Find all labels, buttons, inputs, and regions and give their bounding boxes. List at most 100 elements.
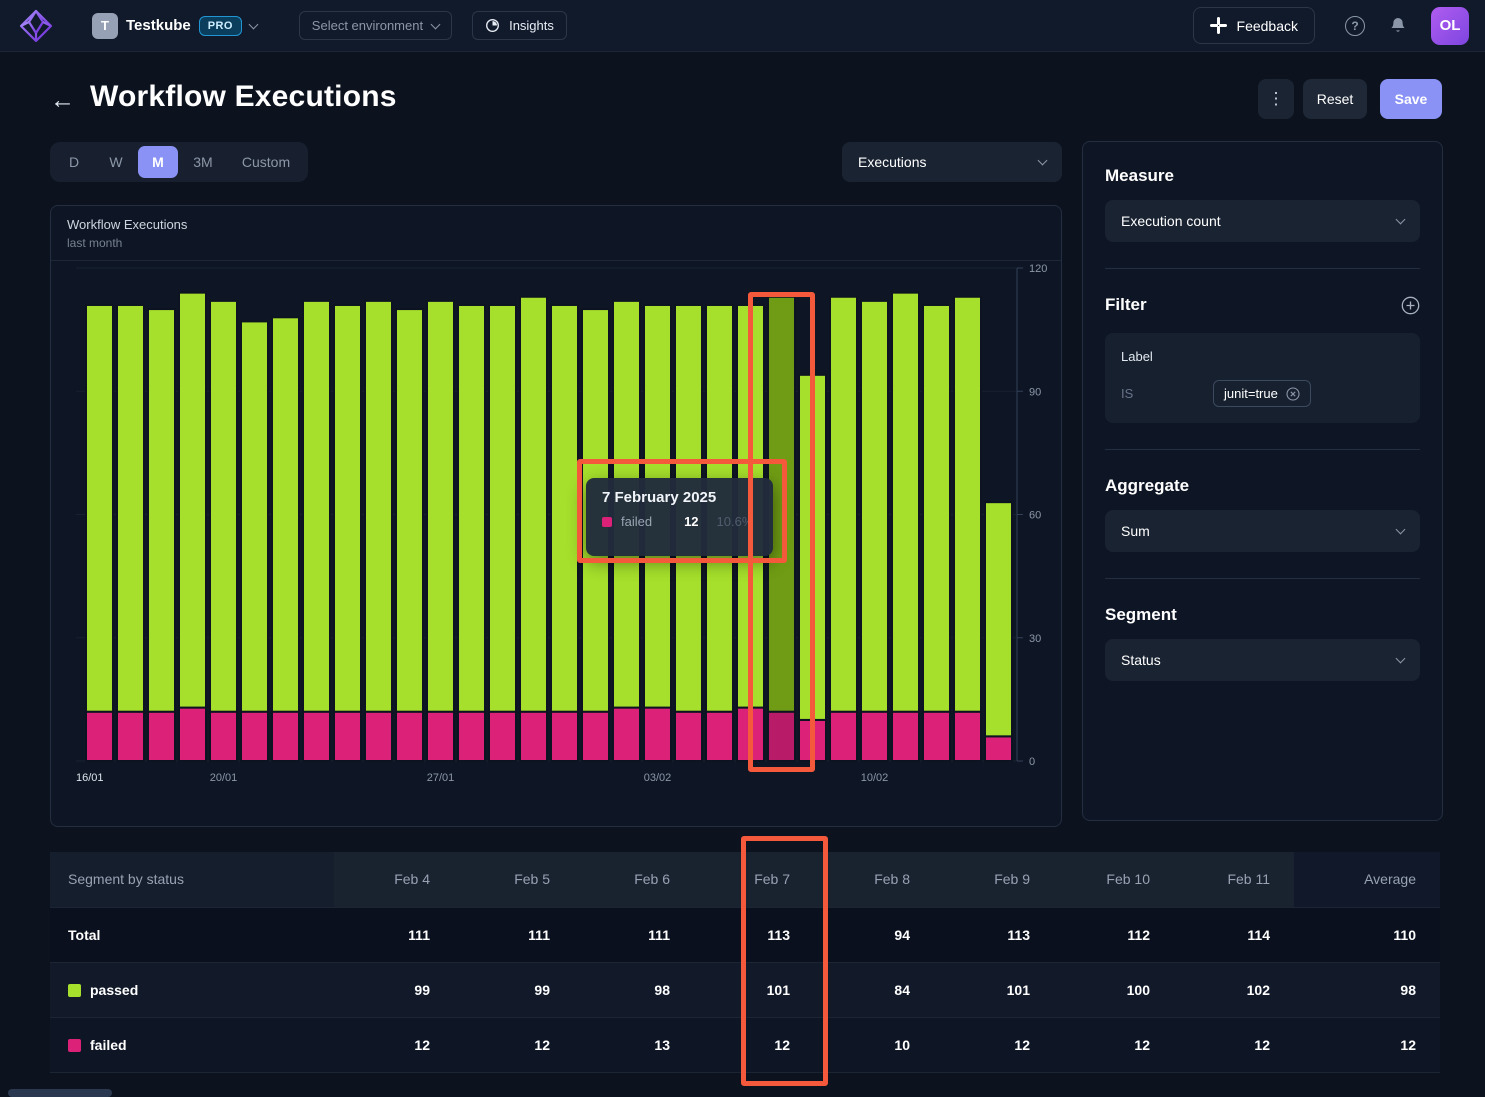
bar-segment-22/01[interactable] xyxy=(272,317,299,711)
org-switcher[interactable]: T Testkube PRO xyxy=(92,13,257,39)
bar-segment-09/02[interactable] xyxy=(830,297,857,712)
back-button[interactable]: ← xyxy=(50,86,75,115)
bar-segment-24/01[interactable] xyxy=(334,712,361,761)
insights-label: Insights xyxy=(509,18,554,33)
table-cell: 13 xyxy=(574,1017,694,1072)
bar-segment-12/02[interactable] xyxy=(923,305,950,712)
bar-segment-30/01[interactable] xyxy=(520,297,547,712)
bar-segment-11/02[interactable] xyxy=(892,712,919,761)
bar-segment-17/01[interactable] xyxy=(117,305,144,712)
bar-segment-30/01[interactable] xyxy=(520,712,547,761)
metric-select[interactable]: Executions xyxy=(842,142,1062,182)
bar-segment-20/01[interactable] xyxy=(210,712,237,761)
bar-segment-11/02[interactable] xyxy=(892,293,919,712)
remove-filter-icon[interactable] xyxy=(1286,387,1300,401)
user-avatar[interactable]: OL xyxy=(1431,7,1469,45)
segment-heading: Segment xyxy=(1105,605,1420,625)
table-header-row: Segment by status Feb 4Feb 5Feb 6Feb 7Fe… xyxy=(50,852,1440,907)
bar-segment-21/01[interactable] xyxy=(241,712,268,761)
bar-segment-06/02[interactable] xyxy=(737,708,764,761)
filter-chip[interactable]: junit=true xyxy=(1213,380,1311,407)
bar-segment-31/01[interactable] xyxy=(551,305,578,712)
bar-segment-13/02[interactable] xyxy=(954,712,981,761)
page-title: Workflow Executions xyxy=(90,80,397,114)
passed-swatch xyxy=(68,984,81,997)
more-options-button[interactable]: ⋮ xyxy=(1258,79,1294,119)
add-filter-icon[interactable] xyxy=(1401,296,1420,315)
bar-segment-19/01[interactable] xyxy=(179,293,206,708)
environment-select[interactable]: Select environment xyxy=(299,11,452,40)
y-axis-label: 90 xyxy=(1029,386,1041,398)
segment-select[interactable]: Status xyxy=(1105,639,1420,681)
aggregate-select[interactable]: Sum xyxy=(1105,510,1420,552)
bar-segment-26/01[interactable] xyxy=(396,712,423,761)
bar-segment-03/02[interactable] xyxy=(644,708,671,761)
bar-segment-27/01[interactable] xyxy=(427,712,454,761)
bar-segment-14/02[interactable] xyxy=(985,502,1012,736)
bar-segment-14/02[interactable] xyxy=(985,736,1012,761)
segment-table: Segment by status Feb 4Feb 5Feb 6Feb 7Fe… xyxy=(50,852,1440,1073)
range-custom-button[interactable]: Custom xyxy=(228,146,304,178)
table-cell: 94 xyxy=(814,907,934,962)
bar-segment-29/01[interactable] xyxy=(489,305,516,712)
bar-segment-20/01[interactable] xyxy=(210,301,237,712)
filter-card: Label IS junit=true xyxy=(1105,333,1420,423)
bar-segment-28/01[interactable] xyxy=(458,305,485,712)
y-axis-label: 120 xyxy=(1029,264,1047,275)
measure-select[interactable]: Execution count xyxy=(1105,200,1420,242)
row-label: failed xyxy=(90,1037,127,1053)
column-header-Feb 6: Feb 6 xyxy=(574,852,694,907)
bar-segment-10/02[interactable] xyxy=(861,301,888,712)
bar-segment-26/01[interactable] xyxy=(396,309,423,712)
x-axis-label: 16/01 xyxy=(76,772,104,784)
range-week-button[interactable]: W xyxy=(96,146,136,178)
horizontal-scrollbar-thumb[interactable] xyxy=(8,1089,112,1097)
bar-segment-17/01[interactable] xyxy=(117,712,144,761)
help-icon[interactable]: ? xyxy=(1345,16,1365,36)
bar-segment-25/01[interactable] xyxy=(365,712,392,761)
bar-segment-01/02[interactable] xyxy=(582,712,609,761)
bar-segment-10/02[interactable] xyxy=(861,712,888,761)
reset-button[interactable]: Reset xyxy=(1303,79,1367,119)
bar-segment-04/02[interactable] xyxy=(675,712,702,761)
filter-heading: Filter xyxy=(1105,295,1147,315)
bar-segment-29/01[interactable] xyxy=(489,712,516,761)
bar-segment-19/01[interactable] xyxy=(179,708,206,761)
bar-segment-27/01[interactable] xyxy=(427,301,454,712)
testkube-logo-icon[interactable] xyxy=(18,8,54,44)
bar-segment-18/01[interactable] xyxy=(148,309,175,712)
chevron-down-icon xyxy=(1396,215,1406,225)
range-3month-button[interactable]: 3M xyxy=(180,146,226,178)
metric-select-value: Executions xyxy=(858,154,926,170)
bar-segment-28/01[interactable] xyxy=(458,712,485,761)
bar-segment-24/01[interactable] xyxy=(334,305,361,712)
chart-title: Workflow Executions xyxy=(67,217,1045,232)
bar-segment-09/02[interactable] xyxy=(830,712,857,761)
bar-segment-16/01[interactable] xyxy=(86,712,113,761)
bar-segment-21/01[interactable] xyxy=(241,321,268,711)
bar-segment-08/02[interactable] xyxy=(799,720,826,761)
bar-segment-13/02[interactable] xyxy=(954,297,981,712)
chart-subtitle: last month xyxy=(67,236,1045,250)
range-day-button[interactable]: D xyxy=(54,146,94,178)
chevron-down-icon xyxy=(1396,525,1406,535)
bar-segment-08/02[interactable] xyxy=(799,375,826,720)
notifications-bell-icon[interactable] xyxy=(1389,16,1407,35)
bar-segment-31/01[interactable] xyxy=(551,712,578,761)
bar-segment-07/02[interactable] xyxy=(768,712,795,761)
tooltip-percent: 10.6% xyxy=(717,514,754,529)
range-month-button[interactable]: M xyxy=(138,146,178,178)
bar-segment-25/01[interactable] xyxy=(365,301,392,712)
bar-segment-05/02[interactable] xyxy=(706,712,733,761)
feedback-button[interactable]: Feedback xyxy=(1193,7,1315,44)
bar-segment-12/02[interactable] xyxy=(923,712,950,761)
bar-segment-23/01[interactable] xyxy=(303,712,330,761)
chart-tooltip: 7 February 2025 failed 12 10.6% xyxy=(586,478,773,556)
bar-segment-18/01[interactable] xyxy=(148,712,175,761)
save-button[interactable]: Save xyxy=(1380,79,1442,119)
bar-segment-16/01[interactable] xyxy=(86,305,113,712)
insights-button[interactable]: Insights xyxy=(472,11,567,40)
bar-segment-02/02[interactable] xyxy=(613,708,640,761)
bar-segment-23/01[interactable] xyxy=(303,301,330,712)
bar-segment-22/01[interactable] xyxy=(272,712,299,761)
